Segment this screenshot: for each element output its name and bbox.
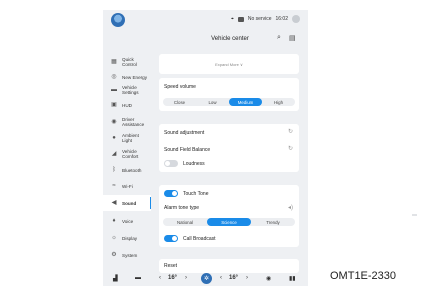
speed-volume-selector: Close Low Medium High [163, 98, 295, 106]
call-broadcast-toggle[interactable] [164, 235, 178, 242]
sound-adjustment-row[interactable]: Sound adjustment [164, 130, 204, 136]
side-handle [412, 214, 417, 216]
touch-tone-label: Touch Tone [183, 191, 209, 197]
sidebar-item-label: New Energy [122, 74, 148, 80]
sidebar-item-label: Sound [122, 200, 137, 206]
sidebar-item-vehicle-settings[interactable]: ▬ Vehicle Settings [103, 82, 151, 98]
bottom-bar: ▟ ▬ ‹ 16° › ✲ ‹ 16° › ◉ ▮▮ [103, 273, 308, 286]
sidebar-item-label: Display [122, 235, 138, 241]
hud-icon: ▣ [111, 101, 117, 108]
seat-icon: ◢ [111, 150, 117, 157]
alarm-tone-option-national[interactable]: National [163, 218, 207, 226]
sidebar-item-hud[interactable]: ▣ HUD [103, 97, 151, 113]
speed-volume-option-high[interactable]: High [262, 98, 295, 106]
clock: 16:02 [275, 16, 288, 22]
speed-volume-option-medium[interactable]: Medium [229, 98, 262, 106]
temp-increase-right[interactable]: › [246, 275, 248, 281]
tones-card: Touch Tone Alarm tone type ◂) National S… [159, 185, 299, 247]
sidebar-item-label: Vehicle Comfort [122, 149, 139, 159]
infotainment-screen: ⌖ No service 16:02 ▦ Quick Control ◎ New… [103, 10, 308, 286]
speed-volume-card: Speed volume Close Low Medium High [159, 78, 299, 111]
steering-icon: ◉ [111, 118, 117, 125]
brand-logo [111, 13, 125, 27]
loudness-label: Loudness [183, 161, 205, 167]
alarm-tone-option-science[interactable]: Science [207, 218, 251, 226]
refresh-icon[interactable]: ↻ [288, 145, 293, 152]
sidebar-item-label: Vehicle Settings [122, 85, 139, 95]
car-icon[interactable]: ▬ [135, 275, 141, 281]
gear-icon: ⚙ [111, 251, 117, 258]
seat-heat-icon[interactable]: ◉ [266, 275, 271, 282]
alarm-tone-label: Alarm tone type [164, 205, 200, 211]
reset-card[interactable]: Reset [159, 259, 299, 273]
speaker-preview-icon[interactable]: ◂) [288, 204, 293, 211]
sidebar-item-label: Quick Control [122, 57, 137, 67]
speaker-icon: ◀ [111, 199, 117, 206]
car-home-icon[interactable]: ▟ [113, 275, 118, 282]
sidebar-item-label: Ambient Light [122, 133, 139, 143]
menu-icon[interactable]: ▮▮ [289, 275, 296, 282]
status-right: ⌖ No service 16:02 [231, 15, 300, 23]
sun-icon: ☼ [111, 234, 117, 241]
reset-button[interactable]: Reset [164, 263, 177, 269]
sidebar-item-driver-assistance[interactable]: ◉ Driver Assistance [103, 114, 151, 130]
sound-field-balance-row[interactable]: Sound Field Balance [164, 147, 210, 153]
sidebar-item-wifi[interactable]: ≈ Wi-Fi [103, 178, 151, 194]
temp-left-value: 16° [168, 275, 178, 281]
leaf-icon: ◎ [111, 73, 117, 80]
status-bar: ⌖ No service 16:02 [103, 10, 308, 30]
sidebar-item-label: Wi-Fi [122, 183, 133, 189]
sidebar: ▦ Quick Control ◎ New Energy ▬ Vehicle S… [103, 54, 151, 264]
alarm-tone-selector: National Science Trendy [163, 218, 295, 226]
temp-decrease-right[interactable]: ‹ [220, 275, 222, 281]
expand-card[interactable]: Expand More ∨ [159, 54, 299, 74]
sidebar-item-system[interactable]: ⚙ System [103, 247, 151, 263]
temp-increase-left[interactable]: › [185, 275, 187, 281]
alarm-tone-option-trendy[interactable]: Trendy [251, 218, 295, 226]
temp-decrease-left[interactable]: ‹ [159, 275, 161, 281]
sim-icon [237, 16, 244, 22]
temp-right-value: 16° [229, 275, 239, 281]
refresh-icon[interactable]: ↻ [288, 128, 293, 135]
sidebar-item-bluetooth[interactable]: ᛒ Bluetooth [103, 162, 151, 178]
sound-adjustment-card: Sound adjustment ↻ Sound Field Balance ↻… [159, 124, 299, 172]
header: Vehicle center ⌕ ▤ [159, 30, 301, 48]
fan-icon[interactable]: ✲ [201, 273, 212, 284]
touch-tone-toggle[interactable] [164, 190, 178, 197]
sidebar-item-voice[interactable]: ♦ Voice [103, 213, 151, 229]
call-broadcast-label: Call Broadcast [183, 236, 216, 242]
bluetooth-icon: ᛒ [112, 166, 116, 173]
signal-text: No service [247, 16, 272, 22]
sidebar-item-label: System [122, 252, 138, 258]
sidebar-item-label: Driver Assistance [122, 117, 145, 127]
sidebar-item-label: Bluetooth [122, 167, 142, 173]
sidebar-item-quick-control[interactable]: ▦ Quick Control [103, 54, 151, 70]
avatar[interactable] [292, 15, 300, 23]
speed-volume-label: Speed volume [164, 84, 196, 90]
search-icon[interactable]: ⌕ [277, 34, 281, 42]
expand-more-link[interactable]: Expand More ∨ [159, 62, 299, 67]
bulb-icon: ● [112, 134, 116, 141]
wifi-icon: ≈ [112, 182, 116, 189]
sidebar-item-display[interactable]: ☼ Display [103, 230, 151, 246]
mic-icon: ♦ [112, 217, 116, 224]
grid-icon: ▦ [111, 58, 117, 65]
location-icon: ⌖ [231, 16, 234, 22]
sidebar-item-label: HUD [122, 102, 132, 108]
speed-volume-option-close[interactable]: Close [163, 98, 196, 106]
sidebar-item-sound[interactable]: ◀ Sound [103, 195, 151, 211]
speed-volume-option-low[interactable]: Low [196, 98, 229, 106]
image-code: OMT1E-2330 [330, 270, 397, 282]
manual-icon[interactable]: ▤ [289, 34, 296, 42]
car-icon: ▬ [111, 86, 117, 93]
sidebar-item-label: Voice [122, 218, 134, 224]
sidebar-item-vehicle-comfort[interactable]: ◢ Vehicle Comfort [103, 146, 151, 162]
sidebar-item-ambient-light[interactable]: ● Ambient Light [103, 130, 151, 146]
loudness-toggle[interactable] [164, 160, 178, 167]
